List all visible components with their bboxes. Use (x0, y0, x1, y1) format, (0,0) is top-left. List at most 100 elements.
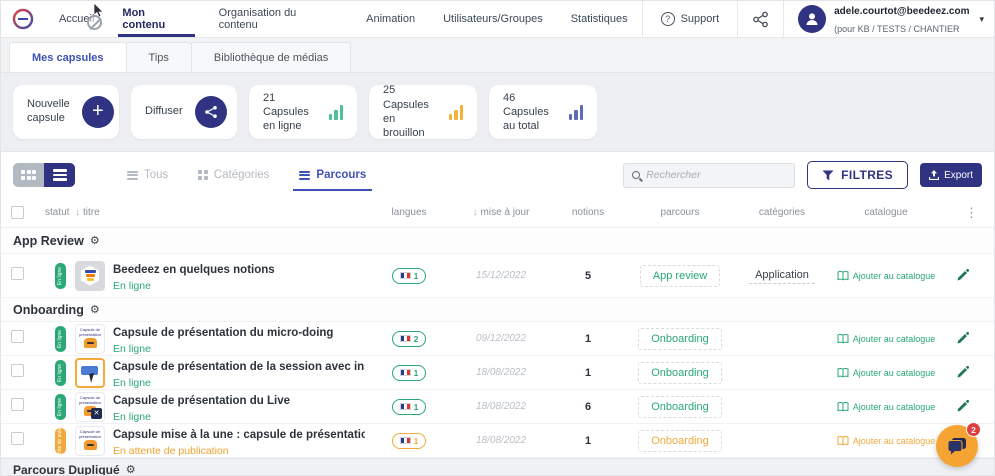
filter-tab-tous[interactable]: Tous (125, 163, 170, 187)
parcours-chip[interactable]: Onboarding (638, 430, 722, 452)
sort-icon[interactable]: ↓ (75, 207, 80, 218)
list-view-button[interactable] (44, 163, 75, 187)
nav-item-animation[interactable]: Animation (352, 1, 429, 37)
capsule-title[interactable]: Beedeez en quelques notions (113, 264, 275, 276)
capsule-thumbnail[interactable] (75, 358, 105, 388)
add-to-catalog-button[interactable]: Ajouter au catalogue (831, 402, 941, 412)
account-email: adele.courtot@beedeez.com (834, 6, 969, 17)
table-row[interactable]: En ligne Capsule de présentation✕ Capsul… (1, 390, 994, 424)
add-to-catalog-button[interactable]: Ajouter au catalogue (831, 436, 941, 446)
add-to-catalog-button[interactable]: Ajouter au catalogue (831, 271, 941, 281)
capsule-thumbnail[interactable] (75, 261, 105, 291)
search-box[interactable] (623, 163, 795, 188)
capsules-online-card[interactable]: 21 Capsules en ligne (249, 85, 357, 139)
language-badge[interactable]: 1 (392, 365, 427, 381)
language-badge[interactable]: 2 (392, 331, 427, 347)
category-value[interactable]: Application (749, 267, 815, 284)
table-row[interactable]: En ligne Capsule de présentation de la s… (1, 356, 994, 390)
capsule-thumbnail[interactable]: Capsule de présentation (75, 324, 105, 354)
gear-icon[interactable]: ⚙ (90, 303, 100, 316)
edit-icon[interactable] (956, 269, 969, 282)
language-badge[interactable]: 1 (392, 399, 427, 415)
add-to-catalog-button[interactable]: Ajouter au catalogue (831, 368, 941, 378)
row-checkbox[interactable] (11, 330, 24, 343)
book-icon (837, 334, 849, 344)
capsules-draft-card[interactable]: 25 Capsules en brouillon (369, 85, 477, 139)
col-mise-a-jour[interactable]: ↓mise à jour (453, 207, 549, 218)
view-toggle[interactable] (13, 163, 75, 187)
tab-tips[interactable]: Tips (126, 42, 192, 72)
nav-item-accueil[interactable]: Accueil (45, 1, 108, 37)
search-input[interactable] (646, 169, 786, 181)
section-parcours-duplique: Parcours Dupliqué ⚙ (1, 458, 994, 476)
tab-bibliotheque-medias[interactable]: Bibliothèque de médias (191, 42, 351, 72)
category-value[interactable] (776, 405, 788, 409)
parcours-chip[interactable]: App review (640, 265, 720, 287)
nav-menu: Accueil Mon contenu Organisation du cont… (45, 1, 642, 37)
chat-widget-button[interactable]: 2 (936, 425, 978, 467)
support-button[interactable]: ? Support (642, 1, 738, 37)
category-value[interactable] (776, 337, 788, 341)
capsule-title[interactable]: Capsule de présentation du Live (113, 395, 290, 407)
status-vertical-badge: En ligne (55, 263, 66, 289)
table-row[interactable]: En ligne Capsule de présentation Capsule… (1, 322, 994, 356)
column-options-icon[interactable]: ⋮ (941, 205, 984, 221)
live-badge-graphic: ✕ (91, 408, 102, 419)
edit-icon[interactable] (956, 366, 969, 379)
select-all-checkbox[interactable] (11, 206, 24, 219)
capsule-title[interactable]: Capsule de présentation de la session av… (113, 361, 365, 373)
export-button[interactable]: Export (920, 163, 982, 187)
plus-icon[interactable]: + (82, 96, 114, 128)
new-capsule-card[interactable]: Nouvelle capsule + (13, 85, 119, 139)
edit-icon[interactable] (956, 332, 969, 345)
capsules-total-card[interactable]: 46 Capsules au total (489, 85, 597, 139)
share-icon[interactable] (195, 96, 227, 128)
notions-count: 6 (549, 401, 627, 413)
category-value[interactable] (776, 439, 788, 443)
parcours-chip[interactable]: Onboarding (638, 396, 722, 418)
sort-icon[interactable]: ↓ (473, 207, 478, 218)
capsule-title[interactable]: Capsule de présentation du micro-doing (113, 327, 333, 339)
row-checkbox[interactable] (11, 432, 24, 445)
language-badge[interactable]: 1 (392, 268, 427, 284)
org-chart-icon (752, 11, 769, 28)
row-checkbox[interactable] (11, 398, 24, 411)
filter-tab-categories[interactable]: Catégories (196, 163, 271, 187)
table-row[interactable]: En attente de publication Capsule de pré… (1, 424, 994, 458)
account-menu[interactable]: adele.courtot@beedeez.com (pour KB / TES… (783, 1, 994, 37)
tab-mes-capsules[interactable]: Mes capsules (9, 42, 127, 72)
nav-item-mon-contenu[interactable]: Mon contenu (108, 1, 204, 37)
capsule-title[interactable]: Capsule mise à la une : capsule de prése… (113, 429, 365, 441)
filter-tab-parcours[interactable]: Parcours (297, 163, 368, 187)
nav-item-organisation[interactable]: Organisation du contenu (205, 1, 353, 37)
row-checkbox[interactable] (11, 364, 24, 377)
beedeez-logo-icon (12, 8, 34, 30)
list-icon (127, 169, 138, 181)
org-share-button[interactable] (737, 1, 783, 37)
nav-item-utilisateurs[interactable]: Utilisateurs/Groupes (429, 1, 557, 37)
section-app-review: App Review ⚙ (1, 228, 994, 254)
status-vertical-badge: En ligne (55, 394, 66, 420)
diffuser-card[interactable]: Diffuser (131, 85, 237, 139)
parcours-chip[interactable]: Onboarding (638, 328, 722, 350)
add-to-catalog-button[interactable]: Ajouter au catalogue (831, 334, 941, 344)
capsule-thumbnail[interactable]: Capsule de présentation (75, 426, 105, 456)
nav-item-statistiques[interactable]: Statistiques (557, 1, 642, 37)
section-title: App Review (13, 234, 84, 248)
gear-icon[interactable]: ⚙ (90, 234, 100, 247)
beedeez-logo[interactable] (1, 1, 45, 37)
col-titre[interactable]: ↓titre (75, 207, 365, 218)
grid-view-button[interactable] (13, 163, 44, 187)
table-row[interactable]: En ligne Beedeez en quelques notions En … (1, 254, 994, 298)
category-value[interactable] (776, 371, 788, 375)
capsule-thumbnail[interactable]: Capsule de présentation✕ (75, 392, 105, 422)
edit-icon[interactable] (956, 400, 969, 413)
funnel-icon (822, 170, 834, 181)
gear-icon[interactable]: ⚙ (126, 463, 136, 476)
book-icon (837, 436, 849, 446)
parcours-chip[interactable]: Onboarding (638, 362, 722, 384)
filters-button[interactable]: FILTRES (807, 161, 908, 189)
row-checkbox[interactable] (11, 267, 24, 280)
support-label: Support (681, 13, 720, 25)
language-badge[interactable]: 1 (392, 433, 427, 449)
